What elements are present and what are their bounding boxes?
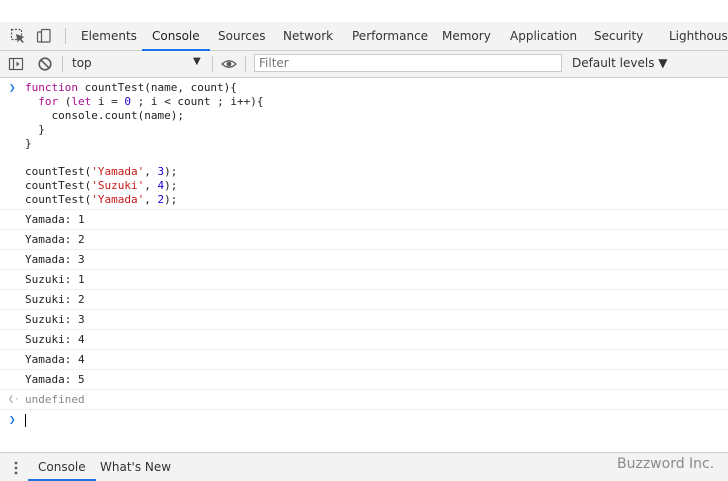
filter-input[interactable]: [254, 54, 562, 72]
log-message: Suzuki: 1: [0, 270, 728, 290]
watermark: Buzzword Inc.: [617, 456, 715, 472]
drawer-tab-console[interactable]: Console: [28, 453, 96, 481]
tab-sources[interactable]: Sources: [218, 22, 265, 50]
text-caret: [25, 414, 26, 427]
log-levels-dropdown[interactable]: Default levels ▼: [572, 56, 668, 70]
tab-lighthouse[interactable]: Lighthouse: [669, 22, 728, 50]
tab-application[interactable]: Application: [510, 22, 577, 50]
console-command: ❯ function countTest(name, count){ for (…: [0, 78, 728, 210]
console-prompt[interactable]: ❯: [0, 410, 728, 432]
eye-icon[interactable]: [221, 56, 237, 72]
log-message: Suzuki: 4: [0, 330, 728, 350]
dropdown-arrow-icon[interactable]: ▼: [193, 56, 201, 67]
return-value-text: undefined: [25, 393, 85, 406]
console-output: ❯ function countTest(name, count){ for (…: [0, 78, 728, 450]
devtools-tab-bar: Elements Console Sources Network Perform…: [0, 22, 728, 51]
log-message: Yamada: 4: [0, 350, 728, 370]
tab-network[interactable]: Network: [283, 22, 333, 50]
tab-bar-divider: [65, 28, 66, 44]
prompt-icon: ❯: [9, 413, 16, 426]
log-message: Yamada: 3: [0, 250, 728, 270]
kebab-menu-icon[interactable]: [14, 460, 18, 476]
sidebar-toggle-icon[interactable]: [8, 56, 24, 72]
return-value: ❮· undefined: [0, 390, 728, 410]
log-message: Suzuki: 3: [0, 310, 728, 330]
log-message: Yamada: 2: [0, 230, 728, 250]
tab-memory[interactable]: Memory: [442, 22, 491, 50]
tab-console[interactable]: Console: [142, 22, 210, 51]
log-message: Yamada: 5: [0, 370, 728, 390]
log-message: Yamada: 1: [0, 210, 728, 230]
log-message: Suzuki: 2: [0, 290, 728, 310]
toolbar-divider: [245, 56, 246, 72]
command-code: function countTest(name, count){ for (le…: [25, 81, 264, 206]
context-selector[interactable]: top: [72, 56, 92, 70]
tab-elements[interactable]: Elements: [81, 22, 137, 50]
toolbar-divider: [212, 56, 213, 72]
window-top-strip: [0, 0, 728, 23]
tab-performance[interactable]: Performance: [352, 22, 428, 50]
tab-security[interactable]: Security: [594, 22, 643, 50]
result-arrow-icon: ❮·: [8, 394, 21, 405]
clear-console-icon[interactable]: [37, 56, 53, 72]
prompt-icon: ❯: [9, 81, 16, 94]
drawer-tab-whats-new[interactable]: What's New: [100, 453, 171, 481]
inspect-element-icon[interactable]: [10, 28, 26, 44]
device-toolbar-icon[interactable]: [36, 28, 52, 44]
toolbar-divider: [62, 56, 63, 72]
console-toolbar: top ▼ Default levels ▼: [0, 51, 728, 78]
